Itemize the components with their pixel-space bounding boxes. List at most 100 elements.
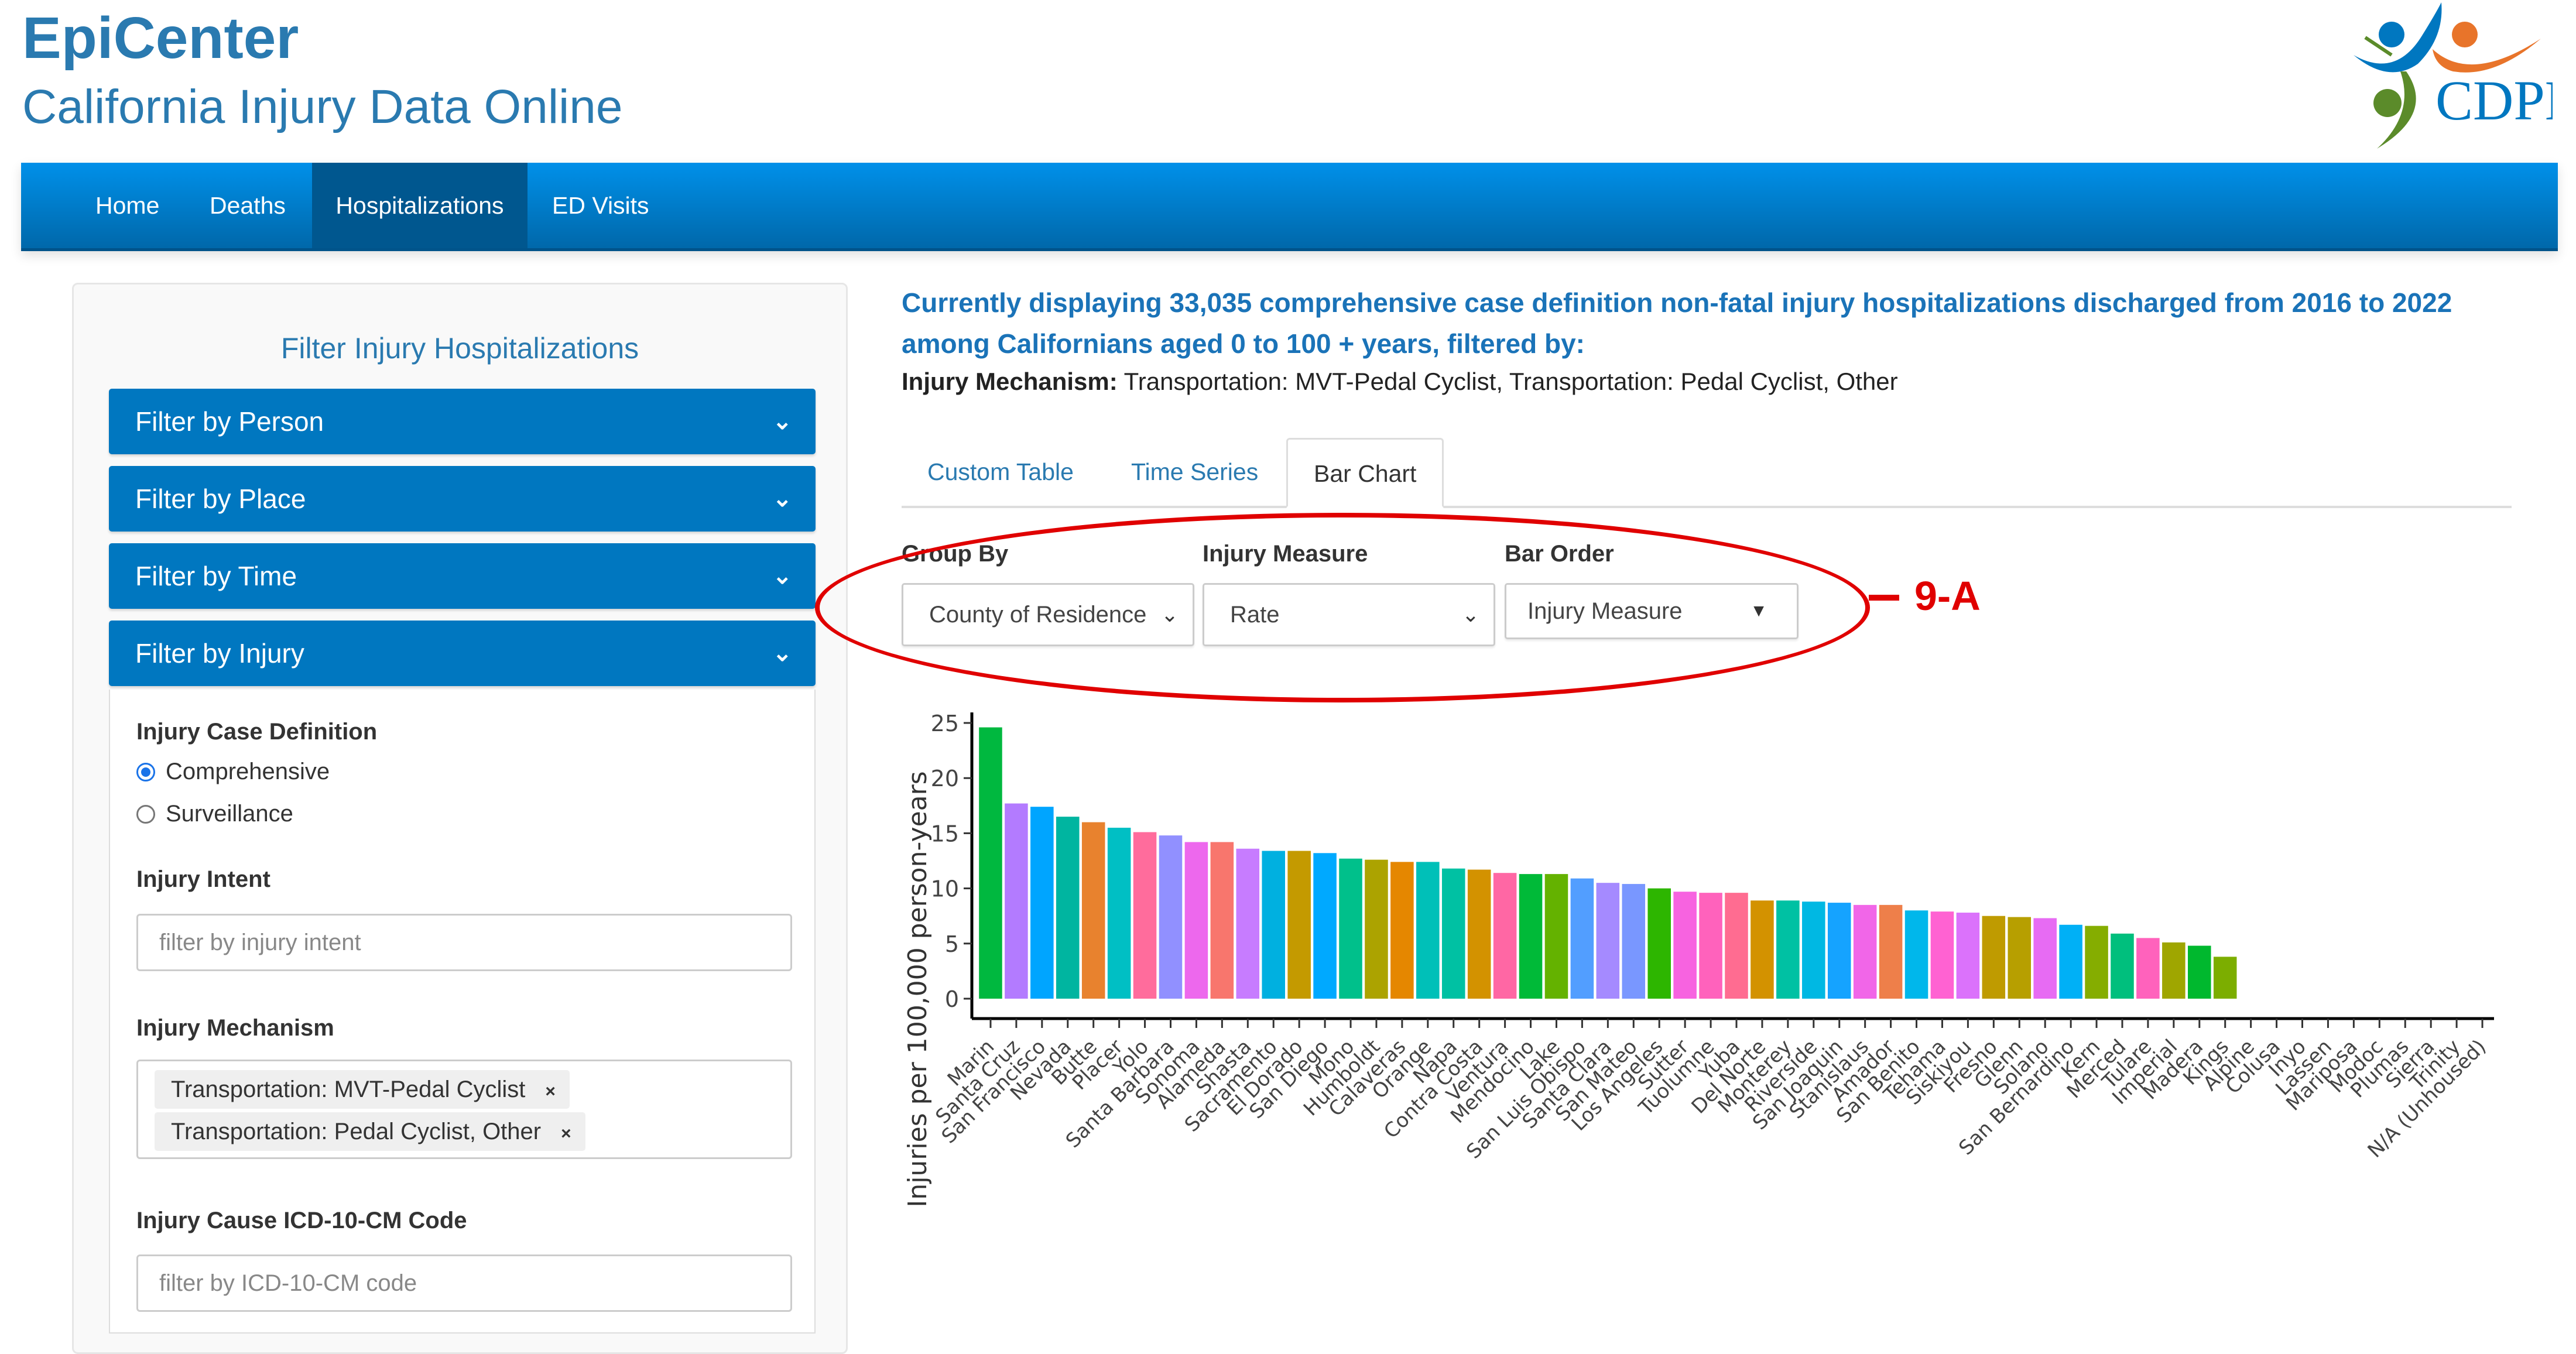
bar xyxy=(1493,873,1517,999)
bar xyxy=(1699,893,1722,999)
accordion-filter-by-time[interactable]: Filter by Time ⌄ xyxy=(109,543,816,609)
y-tick-label: 25 xyxy=(931,711,959,736)
app-title: EpiCenter xyxy=(22,5,299,71)
bar xyxy=(1005,803,1028,999)
bar-chart: 0 5 10 15 20 25 Marin Santa Cruz San Francisco N… xyxy=(890,702,2576,1338)
annotation-ellipse xyxy=(815,513,1870,702)
mechanism-chip: Transportation: MVT-Pedal Cyclist × xyxy=(155,1070,570,1109)
y-axis: 0 5 10 15 20 25 xyxy=(931,711,974,1019)
nav-hospitalizations[interactable]: Hospitalizations xyxy=(312,163,527,248)
chip-label: Transportation: MVT-Pedal Cyclist xyxy=(171,1077,526,1102)
bar xyxy=(1956,913,1980,999)
bar xyxy=(1776,900,1800,999)
remove-chip-icon[interactable]: × xyxy=(545,1082,556,1101)
bar xyxy=(1982,916,2006,999)
bar xyxy=(1236,848,1260,999)
annotation-label: 9-A xyxy=(1914,573,1981,619)
bar xyxy=(2033,918,2057,999)
chip-label: Transportation: Pedal Cyclist, Other xyxy=(171,1119,542,1144)
annotation-leader-line xyxy=(1869,595,1899,601)
bar xyxy=(2136,938,2160,999)
bar xyxy=(1570,878,1594,999)
bar xyxy=(1596,883,1620,999)
y-tick-label: 20 xyxy=(931,766,959,791)
bar xyxy=(1287,851,1311,999)
bar xyxy=(1930,911,1954,999)
bar xyxy=(1904,910,1928,999)
bar xyxy=(1133,832,1157,999)
bar xyxy=(1544,874,1568,999)
bar xyxy=(1313,853,1337,999)
chevron-down-icon: ⌄ xyxy=(772,640,792,666)
bar xyxy=(1751,900,1774,999)
bar xyxy=(1802,901,1825,999)
cdph-logo-icon: CDPH xyxy=(2354,2,2576,149)
bar xyxy=(1159,835,1183,999)
bar xyxy=(1184,842,1208,999)
view-tabs: Custom Table Time Series Bar Chart xyxy=(902,438,2512,508)
bar xyxy=(1107,827,1131,999)
bar xyxy=(2162,942,2186,999)
injury-mechanism-select[interactable]: Transportation: MVT-Pedal Cyclist × Trans… xyxy=(136,1060,792,1159)
bar xyxy=(1390,862,1414,999)
nav-home[interactable]: Home xyxy=(71,163,184,248)
icd-code-input[interactable]: filter by ICD-10-CM code xyxy=(136,1254,792,1312)
sidebar-heading: Filter Injury Hospitalizations xyxy=(280,332,639,365)
accordion-filter-by-person[interactable]: Filter by Person ⌄ xyxy=(109,389,816,454)
logo-text: CDPH xyxy=(2435,69,2553,132)
bar xyxy=(2188,945,2211,999)
bar xyxy=(1081,822,1105,999)
bar xyxy=(1622,884,1646,999)
radio-label: Comprehensive xyxy=(166,759,330,784)
bar xyxy=(2059,924,2082,999)
bar xyxy=(2213,957,2237,999)
bar xyxy=(1339,858,1362,999)
accordion-label: Filter by Time xyxy=(135,561,297,591)
app-subtitle: California Injury Data Online xyxy=(22,80,623,133)
bar xyxy=(1262,851,1285,999)
active-filter-summary: Injury Mechanism: Transportation: MVT-Pe… xyxy=(902,368,1898,396)
bar xyxy=(1056,817,1080,999)
accordion-label: Filter by Place xyxy=(135,484,306,514)
bar xyxy=(2085,925,2108,999)
bar xyxy=(2111,933,2134,999)
accordion-label: Filter by Injury xyxy=(135,638,304,669)
nav-ed-visits[interactable]: ED Visits xyxy=(527,163,674,248)
radio-button[interactable] xyxy=(136,804,155,824)
case-definition-label: Injury Case Definition xyxy=(136,719,378,745)
accordion-filter-by-place[interactable]: Filter by Place ⌄ xyxy=(109,466,816,532)
bar xyxy=(979,727,1002,999)
radio-comprehensive[interactable]: Comprehensive xyxy=(136,759,330,785)
chevron-down-icon: ⌄ xyxy=(772,409,792,434)
bar xyxy=(1853,904,1877,999)
accordion-label: Filter by Person xyxy=(135,406,324,437)
mechanism-chip: Transportation: Pedal Cyclist, Other × xyxy=(155,1112,585,1151)
bar xyxy=(1827,903,1851,999)
bars xyxy=(979,727,2237,999)
y-tick-label: 5 xyxy=(945,931,959,957)
injury-filter-panel: Injury Case Definition Comprehensive Sur… xyxy=(109,690,816,1334)
tab-bar-chart[interactable]: Bar Chart xyxy=(1286,438,1444,508)
accordion-filter-by-injury[interactable]: Filter by Injury ⌄ xyxy=(109,621,816,686)
nav-deaths[interactable]: Deaths xyxy=(185,163,310,248)
icd-code-label: Injury Cause ICD-10-CM Code xyxy=(136,1208,467,1233)
injury-mechanism-label: Injury Mechanism xyxy=(136,1015,334,1041)
radio-label: Surveillance xyxy=(166,801,293,827)
cdph-logo[interactable]: CDPH xyxy=(2318,2,2576,150)
tab-time-series[interactable]: Time Series xyxy=(1105,438,1284,506)
bar xyxy=(1647,888,1671,999)
remove-chip-icon[interactable]: × xyxy=(561,1124,571,1143)
tab-custom-table[interactable]: Custom Table xyxy=(902,438,1099,506)
chevron-down-icon: ⌄ xyxy=(772,486,792,512)
bar xyxy=(1365,859,1388,999)
bar xyxy=(1879,904,1903,999)
y-axis-label: Injuries per 100,000 person-years xyxy=(903,771,933,1207)
bar xyxy=(1467,869,1491,999)
x-axis: MarinSanta CruzSan FranciscoNevadaButteP… xyxy=(931,1017,2494,1164)
injury-intent-input[interactable]: filter by injury intent xyxy=(136,914,792,971)
summary-text: Currently displaying 33,035 comprehensiv… xyxy=(902,287,2452,359)
bar xyxy=(1673,892,1697,999)
radio-surveillance[interactable]: Surveillance xyxy=(136,801,293,827)
radio-button-checked[interactable] xyxy=(136,762,155,781)
filter-key: Injury Mechanism: xyxy=(902,368,1118,395)
